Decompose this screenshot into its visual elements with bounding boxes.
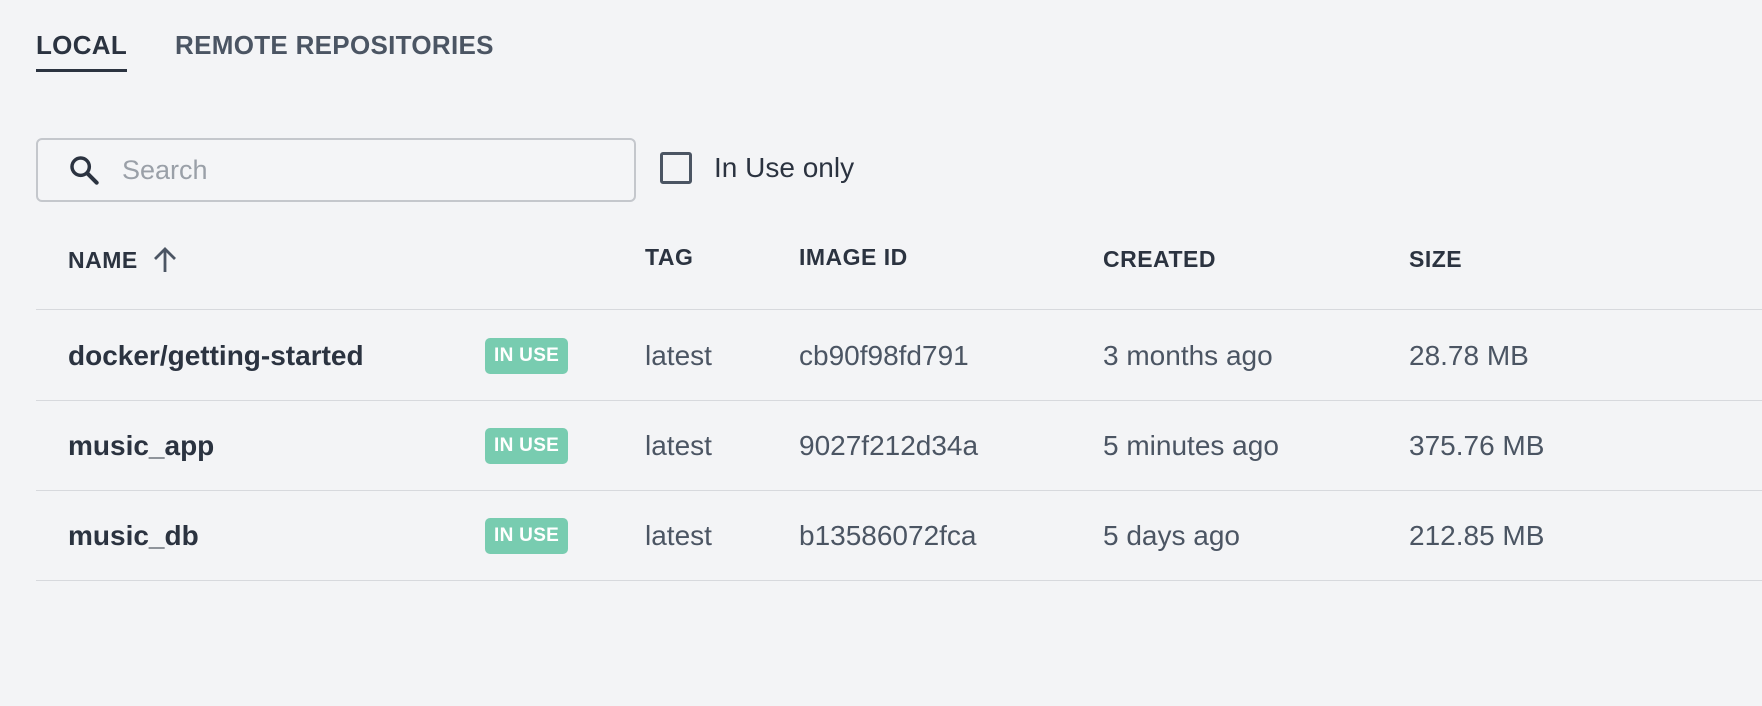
tab-remote-repositories[interactable]: REMOTE REPOSITORIES bbox=[175, 30, 494, 72]
image-created: 5 days ago bbox=[1103, 520, 1240, 551]
search-box[interactable] bbox=[36, 138, 636, 202]
in-use-badge: IN USE bbox=[485, 428, 569, 464]
image-tag: latest bbox=[645, 340, 712, 371]
in-use-label: In Use only bbox=[714, 152, 855, 183]
image-id: b13586072fca bbox=[799, 520, 977, 551]
column-header-created[interactable]: CREATED bbox=[1103, 246, 1216, 273]
image-name: music_db bbox=[68, 520, 199, 551]
image-name: music_app bbox=[68, 430, 215, 461]
column-header-name-label: NAME bbox=[68, 246, 138, 273]
image-created: 3 months ago bbox=[1103, 340, 1273, 371]
image-tag: latest bbox=[645, 430, 712, 461]
search-input[interactable] bbox=[122, 154, 602, 186]
in-use-checkbox[interactable] bbox=[660, 152, 692, 184]
column-header-image-id[interactable]: IMAGE ID bbox=[799, 244, 908, 271]
image-size: 212.85 MB bbox=[1409, 520, 1545, 551]
search-icon bbox=[70, 156, 99, 185]
image-tag: latest bbox=[645, 520, 712, 551]
column-header-size[interactable]: SIZE bbox=[1409, 246, 1462, 273]
column-header-name[interactable]: NAME bbox=[68, 246, 178, 274]
image-id: 9027f212d34a bbox=[799, 430, 979, 461]
table-row[interactable]: music_app IN USE latest 9027f212d34a 5 m… bbox=[36, 401, 1762, 491]
image-id: cb90f98fd791 bbox=[799, 340, 969, 371]
in-use-filter[interactable]: In Use only bbox=[660, 152, 854, 184]
tab-bar: LOCAL REMOTE REPOSITORIES bbox=[36, 30, 494, 72]
arrow-up-icon bbox=[153, 247, 176, 272]
column-header-tag[interactable]: TAG bbox=[645, 244, 693, 271]
in-use-badge: IN USE bbox=[485, 338, 569, 374]
table-header: NAME TAG IMAGE ID CREATED SIZE bbox=[36, 230, 1762, 310]
image-name: docker/getting-started bbox=[68, 340, 364, 371]
image-size: 28.78 MB bbox=[1409, 340, 1529, 371]
image-size: 375.76 MB bbox=[1409, 430, 1545, 461]
image-created: 5 minutes ago bbox=[1103, 430, 1279, 461]
in-use-badge: IN USE bbox=[485, 518, 569, 554]
tab-local[interactable]: LOCAL bbox=[36, 30, 128, 72]
table-row[interactable]: docker/getting-started IN USE latest cb9… bbox=[36, 311, 1762, 401]
table-row[interactable]: music_db IN USE latest b13586072fca 5 da… bbox=[36, 491, 1762, 581]
